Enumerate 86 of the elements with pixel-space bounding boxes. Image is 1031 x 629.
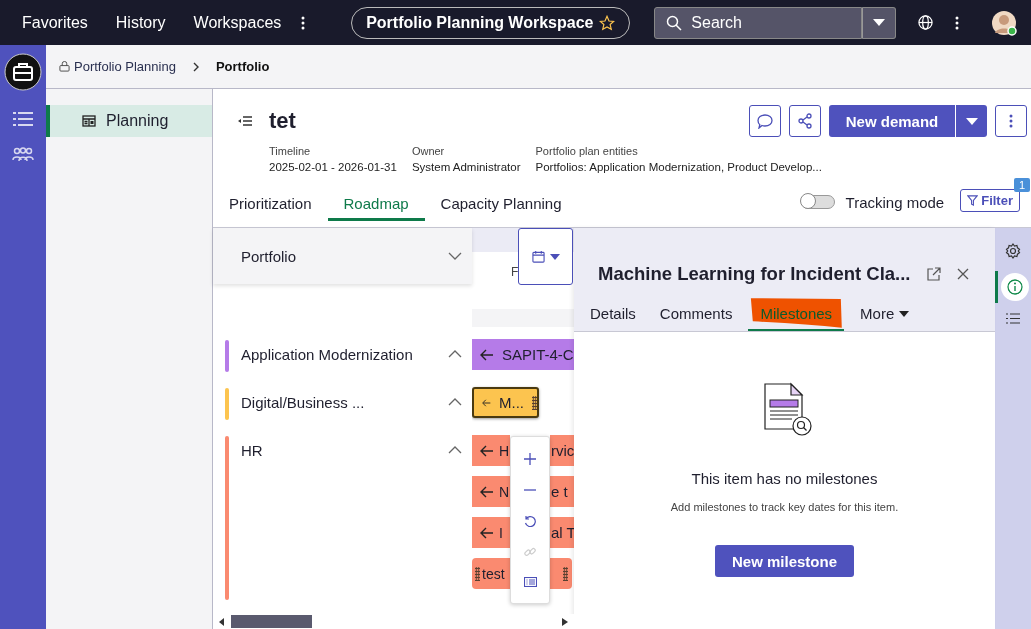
field-value: System Administrator xyxy=(411,161,521,173)
scroll-left-icon[interactable] xyxy=(219,617,225,626)
tab[interactable]: Prioritization xyxy=(213,195,328,221)
legend-icon[interactable] xyxy=(523,577,537,588)
chevron-up-icon[interactable] xyxy=(448,350,462,358)
more-button[interactable] xyxy=(995,105,1027,137)
field-label: Portfolio plan entities xyxy=(535,145,639,157)
tab[interactable]: Capacity Planning xyxy=(424,195,578,221)
more-icon[interactable] xyxy=(301,15,306,30)
collapse-icon[interactable] xyxy=(238,116,252,126)
roadmap-bar[interactable]: e t xyxy=(550,476,574,507)
share-icon xyxy=(797,113,813,129)
comment-button[interactable] xyxy=(749,105,781,137)
field-value: Portfolios: Application Modernization, Product Develop... xyxy=(535,161,822,173)
settings-icon[interactable] xyxy=(1005,243,1021,259)
more-icon[interactable] xyxy=(955,15,960,30)
people-icon[interactable] xyxy=(12,147,34,163)
close-icon[interactable] xyxy=(956,268,969,280)
roadmap-bar[interactable]: test xyxy=(472,558,510,589)
search-icon xyxy=(666,14,683,31)
filter-button[interactable]: Filter xyxy=(960,189,1020,212)
list-icon[interactable] xyxy=(13,111,33,127)
roadmap-bar[interactable]: I xyxy=(472,517,510,548)
field-label: Timeline xyxy=(269,145,312,157)
roadmap-bar[interactable]: rvic xyxy=(550,435,574,466)
globe-icon[interactable] xyxy=(918,15,934,30)
scroll-right-icon[interactable] xyxy=(562,617,568,626)
toggle-switch[interactable] xyxy=(800,195,835,209)
scrollbar-thumb[interactable] xyxy=(231,615,312,628)
search-field[interactable]: Search xyxy=(654,6,863,39)
zoom-in-icon[interactable] xyxy=(524,452,536,465)
roadmap-bar[interactable]: N xyxy=(472,476,510,507)
dropdown-button[interactable] xyxy=(955,105,987,137)
sidebar-item[interactable]: Planning xyxy=(46,105,212,137)
open-external-icon[interactable] xyxy=(926,267,941,281)
nav-link[interactable]: History xyxy=(115,13,166,32)
breadcrumb-link[interactable]: Portfolio xyxy=(215,59,270,74)
roadmap-bar[interactable]: SAPIT-4-C xyxy=(472,339,574,370)
group-name: Digital/Business ... xyxy=(241,394,365,411)
roadmap-bar[interactable]: M... xyxy=(472,387,539,418)
toggle-label: Tracking mode xyxy=(845,194,945,211)
document-search-icon xyxy=(762,382,813,438)
new-milestone-button[interactable]: New milestone xyxy=(715,545,854,577)
star-icon[interactable] xyxy=(599,14,616,31)
list-icon[interactable] xyxy=(1006,313,1020,324)
new-demand-button[interactable]: New demand xyxy=(829,105,955,137)
board-icon xyxy=(82,115,96,127)
group-name: HR xyxy=(241,442,263,459)
panel-title: Portfolio xyxy=(241,247,297,265)
speech-bubble-icon xyxy=(757,113,773,129)
more-tab[interactable]: More xyxy=(848,305,922,331)
chevron-up-icon[interactable] xyxy=(448,398,462,406)
tab[interactable]: Comments xyxy=(647,305,745,331)
month-label: F xyxy=(511,265,519,279)
calendar-button[interactable] xyxy=(518,228,573,285)
empty-state-text: Add milestones to track key dates for this item. xyxy=(670,501,899,513)
group-name: Application Modernization xyxy=(241,346,413,363)
search-dropdown-button[interactable] xyxy=(862,6,897,39)
count-badge: 1 xyxy=(1013,178,1030,192)
item-title: Machine Learning for Incident Cla... xyxy=(598,263,911,285)
field-value: 2025-02-01 - 2026-01-31 xyxy=(269,161,397,173)
chevron-down-icon[interactable] xyxy=(448,252,462,260)
caret-icon xyxy=(899,310,910,317)
calendar-icon xyxy=(531,250,545,263)
share-button[interactable] xyxy=(789,105,821,137)
lock-icon xyxy=(59,61,70,72)
nav-link[interactable]: Favorites xyxy=(22,13,88,32)
avatar-icon[interactable] xyxy=(991,9,1018,36)
briefcase-icon[interactable] xyxy=(4,53,42,91)
chevron-up-icon[interactable] xyxy=(448,446,462,454)
info-icon[interactable] xyxy=(1000,273,1029,301)
nav-link[interactable]: Workspaces xyxy=(193,13,282,32)
tab[interactable]: Details xyxy=(578,305,648,331)
caret-icon xyxy=(873,19,886,26)
chevron-icon xyxy=(192,61,200,72)
caret-icon xyxy=(965,117,978,125)
page-title: tet xyxy=(269,108,296,134)
tab[interactable]: Roadmap xyxy=(327,195,425,221)
breadcrumb-link[interactable]: Portfolio Planning xyxy=(74,59,176,74)
reset-icon[interactable] xyxy=(524,514,536,527)
empty-state-title: This item has no milestones xyxy=(691,470,878,487)
filter-icon xyxy=(967,195,979,206)
field-label: Owner xyxy=(411,145,446,157)
roadmap-bar[interactable] xyxy=(550,558,572,589)
more-icon xyxy=(1009,114,1013,128)
roadmap-bar[interactable]: H xyxy=(472,435,510,466)
